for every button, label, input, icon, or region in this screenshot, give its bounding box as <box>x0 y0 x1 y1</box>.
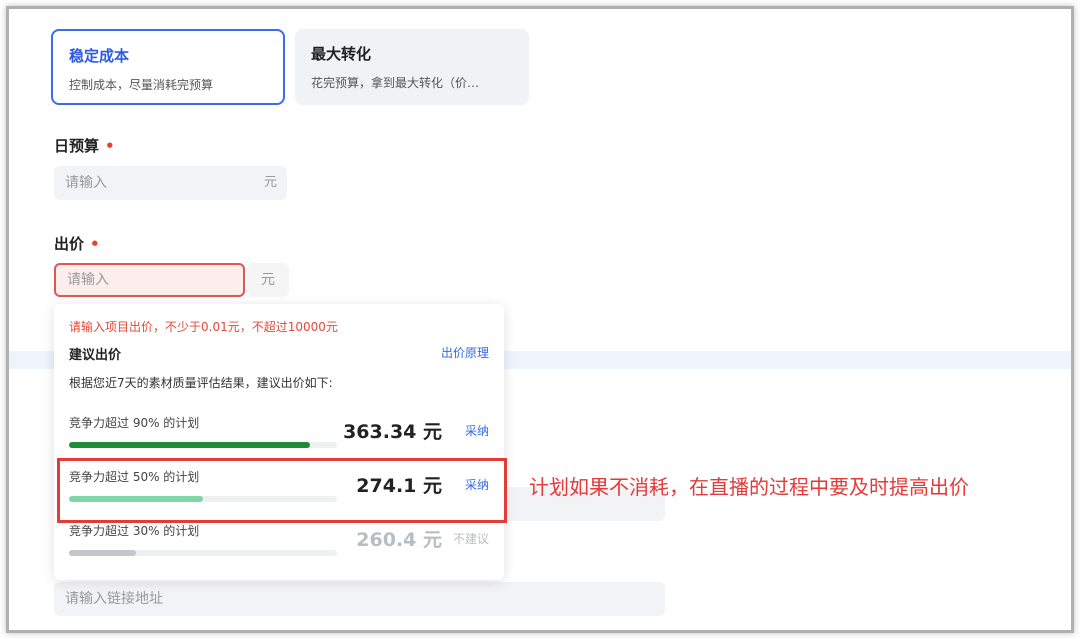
daily-budget-input[interactable]: 请输入 元 <box>54 166 287 200</box>
goal-card-title: 稳定成本 <box>69 47 130 65</box>
bid-input[interactable]: 请输入 <box>54 263 245 297</box>
goal-card-desc: 控制成本，尽量消耗完预算 <box>69 78 214 92</box>
daily-budget-placeholder: 请输入 <box>65 175 107 191</box>
daily-budget-unit: 元 <box>263 175 277 190</box>
screenshot-frame: 稳定成本 控制成本，尽量消耗完预算 最大转化 花完预算，拿到最大转化（价… 日预… <box>6 6 1074 633</box>
goal-card-stable-cost[interactable]: 稳定成本 控制成本，尽量消耗完预算 <box>51 29 285 105</box>
highlight-box <box>57 458 507 523</box>
goal-card-title: 最大转化 <box>311 45 372 63</box>
competitiveness-bar <box>69 550 337 556</box>
popup-description: 根据您近7天的素材质量评估结果，建议出价如下: <box>69 376 333 390</box>
bid-option: 竞争力超过 30% 的计划 260.4 元 不建议 <box>54 522 504 574</box>
daily-budget-label-text: 日预算 <box>54 137 100 155</box>
required-marker: • <box>90 235 100 253</box>
competitiveness-bar <box>69 442 337 448</box>
bid-placeholder: 请输入 <box>67 272 109 288</box>
bid-option-price: 363.34 元 <box>343 421 442 443</box>
daily-budget-label: 日预算 • <box>54 135 115 156</box>
bid-suggestion-popup: 请输入项目出价，不少于0.01元，不超过10000元 建议出价 出价原理 根据您… <box>54 304 504 580</box>
annotation-text: 计划如果不消耗，在直播的过程中要及时提高出价 <box>529 475 969 499</box>
popup-title: 建议出价 <box>69 348 122 363</box>
not-recommended-label: 不建议 <box>452 532 489 546</box>
required-marker: • <box>105 137 115 155</box>
bid-option-label: 竞争力超过 30% 的计划 <box>69 524 200 538</box>
bid-principle-link[interactable]: 出价原理 <box>441 344 489 361</box>
bid-label-text: 出价 <box>54 235 85 253</box>
bid-unit: 元 <box>247 263 289 297</box>
competitiveness-fill <box>69 550 136 556</box>
link-input-placeholder: 请输入链接地址 <box>65 591 163 607</box>
bid-label: 出价 • <box>54 233 100 254</box>
goal-card-desc: 花完预算，拿到最大转化（价… <box>311 76 480 90</box>
link-input[interactable]: 请输入链接地址 <box>54 582 665 616</box>
bid-option-label: 竞争力超过 90% 的计划 <box>69 416 200 430</box>
goal-card-max-conversion[interactable]: 最大转化 花完预算，拿到最大转化（价… <box>295 29 529 105</box>
adopt-button[interactable]: 采纳 <box>465 422 489 439</box>
competitiveness-fill <box>69 442 311 448</box>
bid-error-message: 请输入项目出价，不少于0.01元，不超过10000元 <box>69 320 338 334</box>
bid-option-price: 260.4 元 <box>356 529 442 551</box>
